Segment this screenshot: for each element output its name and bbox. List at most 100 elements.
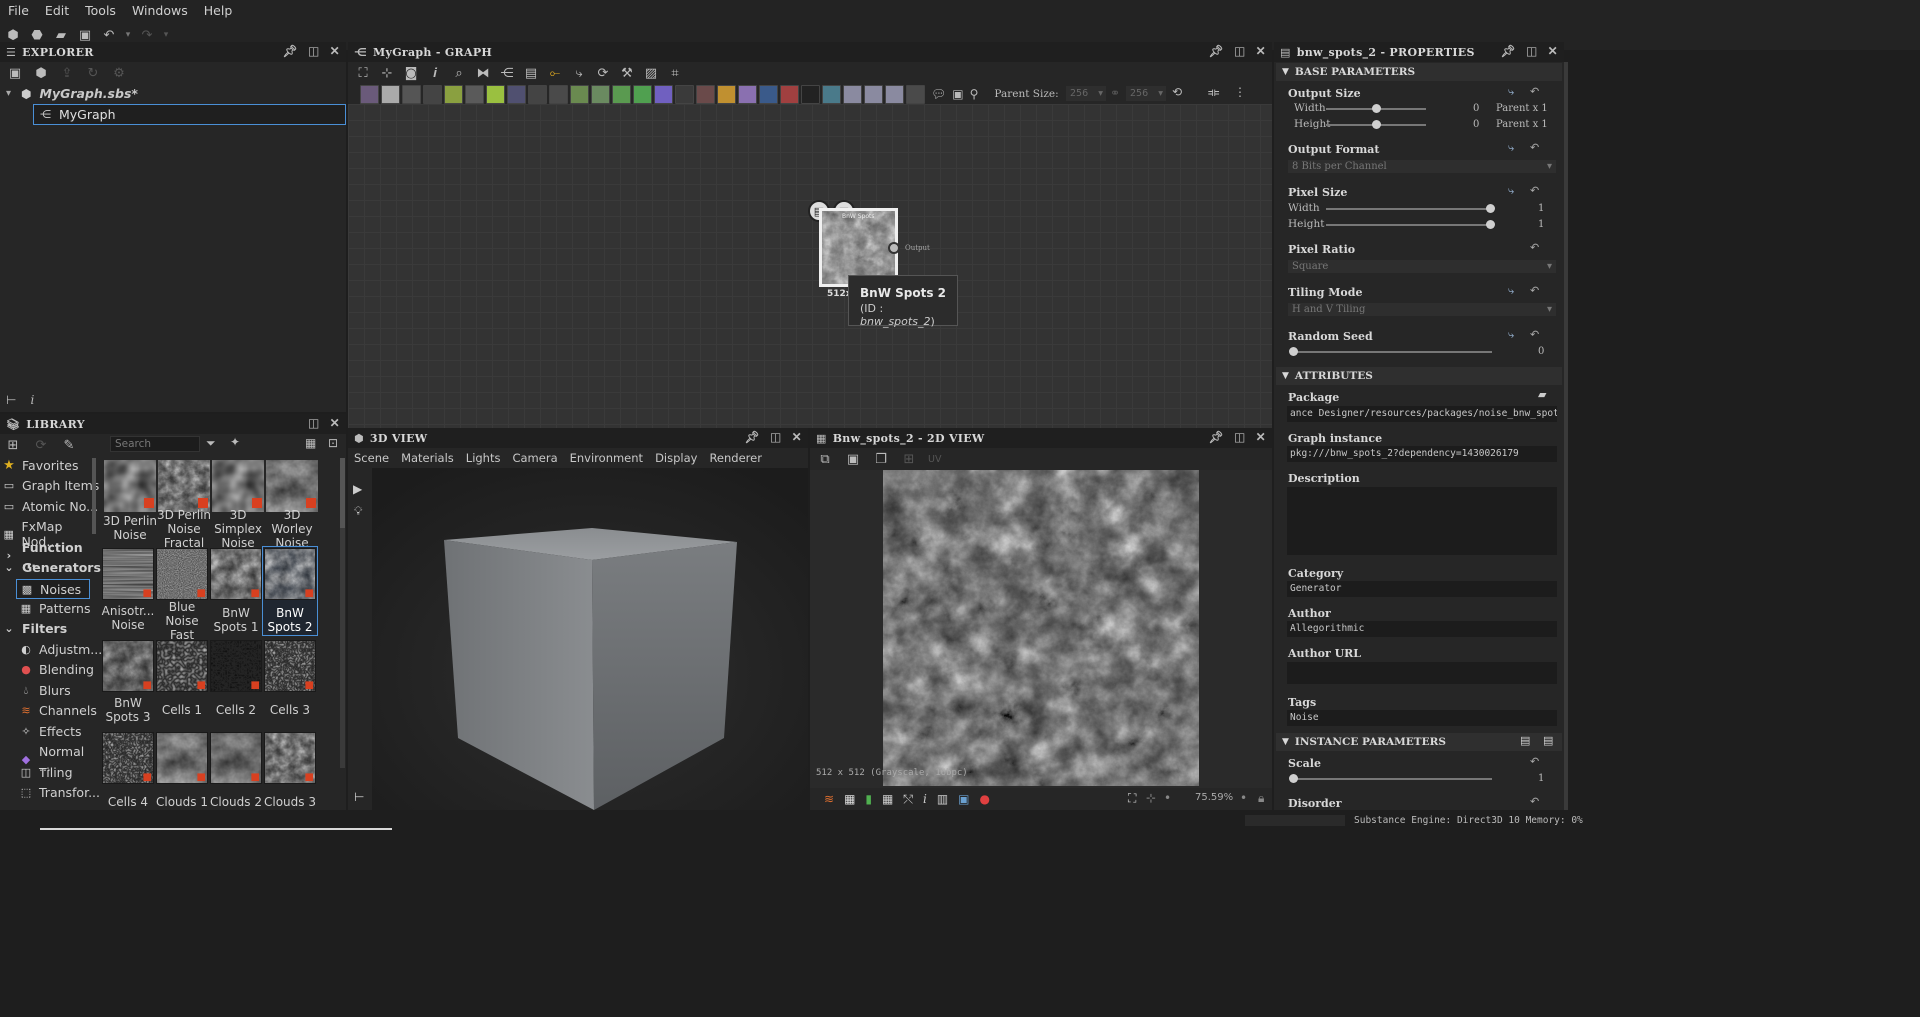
grid-icon[interactable] (528, 84, 547, 104)
refresh-icon[interactable]: ⟳ (32, 436, 50, 454)
float-icon[interactable]: ◫ (770, 430, 782, 444)
warp-icon[interactable] (696, 84, 715, 104)
search-icon[interactable]: ⌕ (450, 64, 468, 82)
float-icon[interactable]: ◫ (1234, 44, 1246, 58)
graph-row[interactable]: ⋲ MyGraph (33, 104, 346, 125)
thumb-bnw-spots-3[interactable] (102, 640, 154, 692)
tree-item-transforms[interactable]: ⬚ Transfor... (19, 785, 100, 800)
tree-item-atomic[interactable]: ▭ Atomic No... (2, 499, 98, 514)
channels-icon[interactable]: ▮ (865, 792, 872, 806)
camera-icon[interactable]: ▶︎ (353, 482, 362, 496)
tree-item-blurs[interactable]: 💧︎ Blurs (19, 683, 71, 698)
comment-icon[interactable] (843, 84, 862, 104)
frame-selected-icon[interactable]: ⊹ (378, 64, 396, 82)
gradient-icon[interactable] (486, 84, 505, 104)
close-icon[interactable]: ✕ (1256, 430, 1266, 444)
tree-item-effects[interactable]: ✧ Effects (19, 724, 81, 739)
document-icon[interactable]: ▤ (522, 64, 540, 82)
float-icon[interactable]: ◫ (1234, 430, 1246, 444)
info-icon[interactable]: 𝒊 (426, 64, 444, 82)
random-seed-value[interactable]: 0 (1538, 346, 1544, 357)
pixel-height-knob[interactable] (1486, 220, 1495, 229)
thumb-cells-1[interactable] (156, 640, 208, 692)
attributes-header[interactable]: ▼ ATTRIBUTES (1276, 367, 1562, 385)
reload-icon[interactable]: ↻ (84, 64, 102, 82)
float-icon[interactable]: ◫ (308, 44, 320, 58)
cube-icon[interactable] (549, 84, 568, 104)
thumb-3d-worley[interactable] (266, 460, 318, 512)
select-icon[interactable] (759, 84, 778, 104)
pixel-width-knob[interactable] (1486, 204, 1495, 213)
scale-knob[interactable] (1289, 774, 1298, 783)
pixel-height-value[interactable]: 1 (1538, 219, 1544, 230)
thumb-anisotropic[interactable] (102, 548, 154, 600)
zoom-level[interactable]: 75.59% (1195, 792, 1233, 803)
tree-item-favorites[interactable]: ★ Favorites (2, 458, 78, 473)
library-search-input[interactable]: Search (110, 436, 200, 452)
tree-item-channels[interactable]: ≋ Channels (19, 703, 96, 718)
menu-edit[interactable]: Edit (37, 3, 77, 18)
align-icon[interactable]: ⧓ (474, 64, 492, 82)
reset-param-icon[interactable]: ↶ (1530, 184, 1539, 197)
thumb-clouds-3[interactable] (264, 732, 316, 784)
thumb-cells-4[interactable] (102, 732, 154, 784)
link-toggle-icon[interactable]: ⟚ (1208, 85, 1219, 100)
output-port[interactable] (888, 242, 900, 254)
checker-icon[interactable]: ▦ (844, 792, 855, 806)
graph-canvas[interactable]: ▤ ◪ BnW Spots Output 512x BnW Spots 2 (I… (348, 104, 1272, 428)
reset-param-icon[interactable]: ↶ (1530, 141, 1539, 154)
menu-camera[interactable]: Camera (512, 451, 557, 465)
thumb-bnw-spots-1[interactable] (210, 548, 262, 600)
scale-value[interactable]: 1 (1538, 773, 1544, 784)
pixel-width-value[interactable]: 1 (1538, 203, 1544, 214)
uniform-color-icon[interactable] (381, 84, 400, 104)
package-field[interactable]: ance Designer/resources/packages/noise_b… (1287, 406, 1557, 422)
output-node-icon[interactable] (885, 84, 904, 104)
author-field[interactable]: Allegorithmic (1287, 621, 1557, 637)
menu-renderer[interactable]: Renderer (709, 451, 762, 465)
new-package-icon[interactable]: ⬢ (32, 64, 50, 82)
tree-item-patterns[interactable]: ▦ Patterns (19, 601, 91, 616)
author-url-field[interactable] (1287, 662, 1557, 684)
param-link-icon[interactable]: ⤷ (1508, 141, 1514, 155)
grid-scrollbar-thumb[interactable] (340, 458, 345, 528)
reset-param-icon[interactable]: ↶ (1530, 755, 1539, 768)
center-icon[interactable]: ⊹ (1146, 791, 1156, 805)
reset-icon[interactable]: ⟲ (1172, 85, 1182, 99)
hsl-icon[interactable] (612, 84, 631, 104)
shuffle-icon[interactable] (423, 84, 442, 104)
image-icon[interactable]: ▣ (958, 792, 969, 806)
pixel-width-slider[interactable] (1326, 208, 1494, 210)
layers-icon[interactable]: ≋ (824, 792, 834, 806)
reset-param-icon[interactable]: ↶ (1530, 85, 1539, 98)
tree-item-noises[interactable]: ▩ Noises (16, 579, 90, 599)
tree-scrollbar[interactable] (92, 458, 96, 534)
tree-item-filters[interactable]: ⌄ Filters (2, 621, 67, 636)
close-icon[interactable]: ✕ (1548, 44, 1558, 58)
pin-icon[interactable]: 📌︎ (1208, 44, 1224, 58)
grid-scrollbar-track[interactable] (340, 458, 345, 768)
output-width-value[interactable]: 0 (1473, 103, 1479, 114)
edit-icon[interactable]: ✎ (60, 436, 78, 454)
info-icon[interactable]: i (30, 393, 34, 407)
lock-icon[interactable]: 🔒︎ (1258, 791, 1264, 806)
rotate-icon[interactable]: ⟳ (594, 64, 612, 82)
random-seed-slider[interactable] (1292, 351, 1492, 353)
copy-icon[interactable]: ❐ (872, 450, 890, 468)
3d-viewport[interactable] (372, 468, 808, 810)
fx-icon[interactable] (570, 84, 589, 104)
tree-item-graph-items[interactable]: ▭ Graph Items (2, 478, 100, 493)
color-wheel-icon[interactable] (654, 84, 673, 104)
blend-icon[interactable] (402, 84, 421, 104)
publish-icon[interactable]: ⇪ (58, 64, 76, 82)
folder-icon[interactable]: ▰ (1538, 388, 1546, 401)
zoom-out-icon[interactable]: • (1164, 791, 1171, 805)
filter-icon[interactable]: ⏷ (206, 436, 216, 451)
tools-icon[interactable]: ⚒ (618, 64, 636, 82)
output-height-knob[interactable] (1372, 120, 1381, 129)
save-package-icon[interactable]: ▣ (6, 64, 24, 82)
param-link-icon[interactable]: ⤷ (1508, 328, 1514, 342)
hierarchy-icon[interactable]: ⊢ (354, 790, 364, 804)
base-parameters-header[interactable]: ▼ BASE PARAMETERS (1276, 63, 1562, 81)
chevron-down-icon[interactable]: ▾ (6, 88, 11, 99)
